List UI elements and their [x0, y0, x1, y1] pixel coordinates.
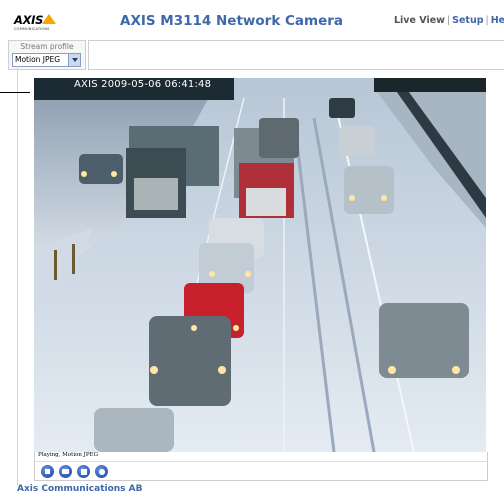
- live-video[interactable]: AXIS 2009-05-06 06:41:48: [34, 78, 486, 452]
- live-view-link[interactable]: Live View: [394, 15, 445, 26]
- axis-logo: AXIS COMMUNICATIONS: [14, 13, 58, 35]
- setup-link[interactable]: Setup: [452, 15, 483, 26]
- timestamp-overlay: AXIS 2009-05-06 06:41:48: [74, 79, 212, 90]
- stop-button[interactable]: [41, 465, 54, 478]
- save-icon: [80, 468, 87, 475]
- toolbar-area: [88, 40, 504, 70]
- save-button[interactable]: [77, 465, 90, 478]
- stream-profile-panel: Stream profile Motion JPEG: [8, 40, 86, 70]
- stop-icon: [45, 469, 50, 474]
- snapshot-icon: [62, 469, 69, 474]
- stream-profile-label: Stream profile: [20, 42, 74, 51]
- record-icon: [98, 468, 105, 475]
- logo-wordmark: AXIS: [14, 13, 44, 27]
- record-button[interactable]: [95, 465, 108, 478]
- stream-profile-select[interactable]: Motion JPEG: [12, 53, 81, 67]
- snapshot-button[interactable]: [59, 465, 72, 478]
- left-guide-line: [17, 66, 18, 486]
- top-nav: Live View|Setup|Help: [394, 15, 504, 26]
- logo-triangle-icon: [42, 14, 56, 24]
- camera-image: [34, 78, 486, 452]
- playback-status: Playing, Motion JPEG: [38, 452, 98, 458]
- nav-separator: |: [485, 15, 489, 26]
- video-controls: [34, 461, 488, 481]
- dropdown-arrow-icon[interactable]: [68, 54, 80, 66]
- stream-profile-value: Motion JPEG: [15, 55, 61, 64]
- video-status-bar: Playing, Motion JPEG: [34, 452, 488, 461]
- help-link[interactable]: Help: [491, 15, 504, 26]
- divider-line: [0, 92, 30, 93]
- logo-subtext: COMMUNICATIONS: [14, 27, 50, 31]
- page-title: AXIS M3114 Network Camera: [120, 13, 344, 29]
